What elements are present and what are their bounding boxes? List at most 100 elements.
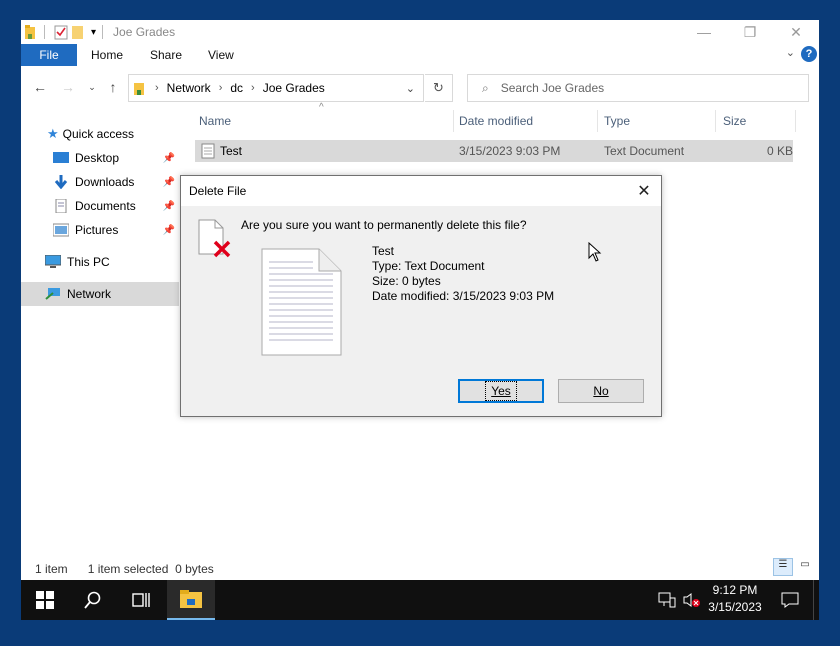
folder-icon[interactable]	[24, 24, 38, 40]
window-title: Joe Grades	[113, 25, 176, 39]
column-divider[interactable]	[715, 110, 716, 132]
sidebar-item-label: Documents	[75, 199, 136, 213]
dialog-title: Delete File	[189, 184, 247, 198]
quick-access-toolbar: ▾ Joe Grades	[21, 22, 175, 42]
help-button[interactable]: ?	[801, 46, 817, 62]
back-arrow-icon[interactable]: ←	[31, 78, 49, 96]
tab-file[interactable]: File	[21, 44, 77, 66]
new-folder-icon[interactable]	[71, 24, 85, 40]
download-arrow-icon	[54, 175, 68, 189]
tab-share[interactable]: Share	[150, 44, 182, 66]
address-bar[interactable]: › Network › dc › Joe Grades ⌄	[128, 74, 424, 102]
taskbar-file-explorer[interactable]	[167, 580, 215, 620]
network-tray-icon[interactable]	[655, 580, 679, 620]
network-icon	[45, 288, 60, 300]
taskbar: 9:12 PM 3/15/2023	[21, 580, 819, 620]
network-folder-icon	[134, 83, 144, 95]
sidebar-item-label: Network	[67, 287, 112, 301]
search-icon	[84, 591, 101, 609]
sort-ascending-icon: ^	[319, 102, 324, 113]
customize-toolbar-icon[interactable]: ▾	[91, 27, 96, 38]
up-arrow-icon[interactable]: ↑	[104, 78, 122, 96]
restore-button[interactable]: ❐	[727, 20, 773, 44]
system-clock[interactable]: 9:12 PM 3/15/2023	[705, 582, 765, 616]
column-divider[interactable]	[597, 110, 598, 132]
minimize-button[interactable]: —	[681, 20, 727, 44]
properties-icon[interactable]	[54, 24, 68, 40]
breadcrumb-network[interactable]: Network	[167, 81, 211, 95]
volume-tray-icon[interactable]	[681, 580, 703, 620]
task-view-button[interactable]	[117, 580, 165, 620]
search-box[interactable]: ⌕ Search Joe Grades	[467, 74, 809, 102]
start-button[interactable]	[21, 580, 69, 620]
refresh-icon: ↻	[433, 80, 444, 95]
navigation-bar: ← → ⌄ ↑ › Network › dc › Joe Grades ⌄ ↻ …	[21, 72, 819, 102]
volume-muted-icon	[683, 593, 700, 607]
pin-icon[interactable]: 📌	[163, 153, 175, 164]
item-count: 1 item	[35, 562, 68, 576]
action-center-button[interactable]	[775, 580, 805, 620]
address-dropdown-icon[interactable]: ⌄	[406, 82, 415, 95]
file-type: Text Document	[604, 144, 685, 158]
documents-icon	[55, 199, 67, 213]
no-button[interactable]: No	[558, 379, 644, 403]
sidebar-item-label: This PC	[67, 255, 110, 269]
sidebar-item-downloads[interactable]: Downloads 📌	[21, 170, 179, 194]
yes-button[interactable]: Yes	[458, 379, 544, 403]
no-button-label: No	[593, 384, 609, 398]
sidebar-item-documents[interactable]: Documents 📌	[21, 194, 179, 218]
large-icons-view-button[interactable]: ▭	[795, 558, 815, 576]
toolbar-separator	[44, 25, 45, 39]
table-row[interactable]: Test 3/15/2023 9:03 PM Text Document 0 K…	[195, 140, 793, 162]
column-header-size[interactable]: Size	[723, 106, 746, 136]
text-file-icon	[201, 143, 215, 159]
breadcrumb-chevron-icon[interactable]: ›	[251, 82, 255, 94]
column-divider[interactable]	[795, 110, 796, 132]
desktop-icon	[53, 152, 69, 163]
sidebar-item-pictures[interactable]: Pictures 📌	[21, 218, 179, 242]
breadcrumb-chevron-icon[interactable]: ›	[155, 82, 159, 94]
network-icon	[658, 592, 676, 608]
pin-icon[interactable]: 📌	[163, 225, 175, 236]
sidebar-item-network[interactable]: Network	[21, 282, 179, 306]
forward-arrow-icon[interactable]: →	[59, 78, 77, 96]
mouse-cursor-icon	[588, 242, 602, 262]
notification-icon	[781, 592, 799, 608]
sidebar-item-quick-access[interactable]: ★ Quick access	[21, 122, 179, 146]
toolbar-separator	[102, 25, 104, 39]
sidebar-item-desktop[interactable]: Desktop 📌	[21, 146, 179, 170]
column-header-date[interactable]: Date modified	[459, 106, 533, 136]
file-explorer-icon	[180, 590, 202, 608]
windows-logo-icon	[36, 591, 54, 609]
clock-time: 9:12 PM	[712, 583, 758, 597]
dialog-close-button[interactable]: ✕	[633, 180, 655, 202]
column-header-type[interactable]: Type	[604, 106, 630, 136]
file-size: 0 KB	[767, 144, 794, 158]
star-icon: ★	[47, 126, 59, 141]
search-input[interactable]: Search Joe Grades	[501, 81, 604, 95]
sidebar-item-label: Downloads	[75, 175, 135, 189]
pin-icon[interactable]: 📌	[163, 201, 175, 212]
search-button[interactable]	[69, 580, 117, 620]
column-header-name[interactable]: Name	[199, 106, 231, 136]
dialog-question: Are you sure you want to permanently del…	[241, 218, 527, 232]
status-bar: 1 item 1 item selected 0 bytes	[21, 558, 819, 580]
recent-locations-icon[interactable]: ⌄	[83, 78, 101, 96]
breadcrumb-chevron-icon[interactable]: ›	[219, 82, 223, 94]
pin-icon[interactable]: 📌	[163, 177, 175, 188]
breadcrumb-joe-grades[interactable]: Joe Grades	[263, 81, 325, 95]
task-view-icon	[132, 593, 150, 607]
column-divider[interactable]	[453, 110, 454, 132]
sidebar-item-label: Quick access	[62, 127, 135, 141]
search-icon: ⌕	[482, 80, 489, 95]
tab-view[interactable]: View	[208, 44, 234, 66]
close-window-button[interactable]: ✕	[773, 20, 819, 44]
sidebar-item-this-pc[interactable]: This PC	[21, 250, 179, 274]
breadcrumb-dc[interactable]: dc	[230, 81, 243, 95]
tab-home[interactable]: Home	[91, 44, 123, 66]
expand-ribbon-icon[interactable]: ⌄	[786, 46, 795, 59]
show-desktop-button[interactable]	[813, 580, 819, 620]
detail-file-type: Type: Text Document	[372, 259, 485, 273]
refresh-button[interactable]: ↻	[425, 74, 453, 102]
details-view-button[interactable]: ☰	[773, 558, 793, 576]
